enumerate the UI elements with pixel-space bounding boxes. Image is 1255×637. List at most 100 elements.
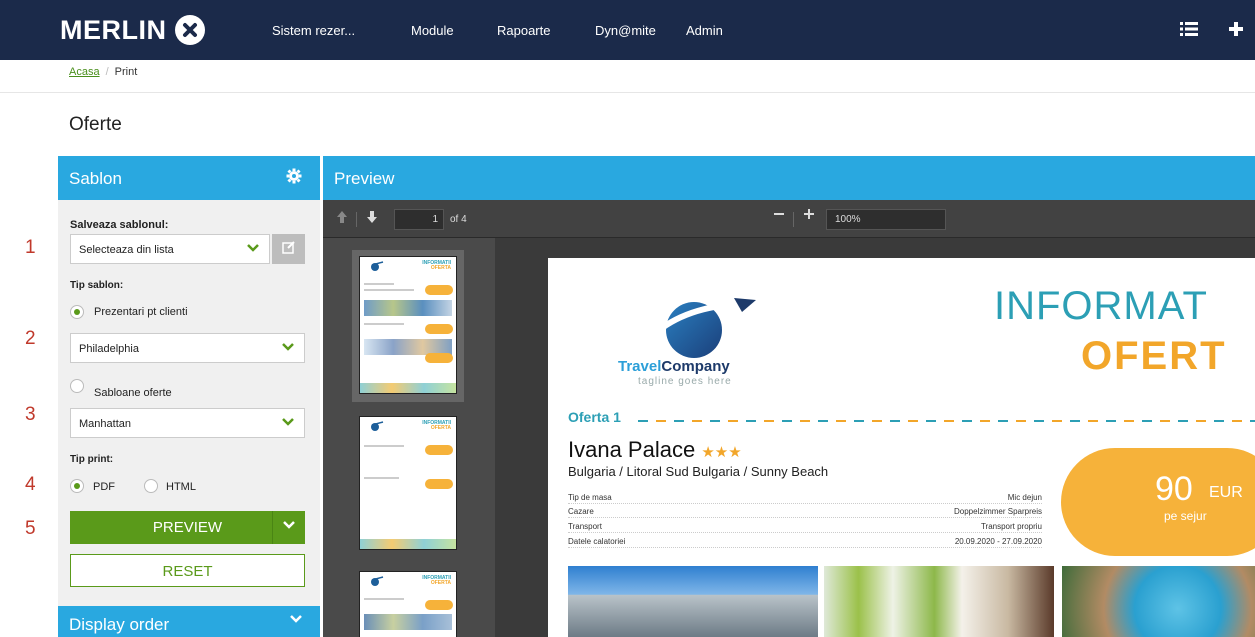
clients-template-select-value: Philadelphia — [79, 343, 139, 355]
annotation-5: 5 — [25, 518, 36, 539]
toolbar-separator — [356, 212, 357, 227]
next-page-icon[interactable] — [366, 210, 378, 227]
thumb-line — [364, 445, 404, 447]
edit-template-button[interactable] — [272, 234, 305, 264]
thumb-price-badge — [425, 600, 453, 610]
breadcrumb-separator: / — [105, 66, 109, 78]
breadcrumb-home-link[interactable]: Acasa — [69, 66, 100, 78]
merlin-logo[interactable]: MERLIN — [60, 14, 205, 46]
thumb-footer — [360, 539, 456, 549]
radio-print-html[interactable] — [144, 479, 158, 493]
offers-template-select-value: Manhattan — [79, 418, 131, 430]
nav-dynamite[interactable]: Dyn@mite — [595, 23, 656, 38]
thumb-price-badge — [425, 445, 453, 455]
radio-prezentari-clienti-label: Prezentari pt clienti — [94, 306, 188, 318]
thumb-price-badge — [425, 353, 453, 363]
page-thumbnail-3[interactable]: INFORMATII OFERTA — [359, 571, 457, 637]
clients-template-select[interactable]: Philadelphia — [70, 333, 305, 363]
chevron-down-icon — [290, 612, 302, 631]
hotel-photo — [568, 566, 818, 637]
thumb-photos — [364, 300, 452, 316]
plus-icon[interactable] — [1228, 20, 1244, 43]
zoom-out-icon[interactable] — [773, 206, 785, 225]
dashed-divider — [638, 420, 1255, 422]
thumb-line — [364, 283, 394, 285]
list-icon[interactable] — [1180, 20, 1198, 43]
radio-print-pdf[interactable] — [70, 479, 84, 493]
hotel-location: Bulgaria / Litoral Sud Bulgaria / Sunny … — [568, 464, 829, 479]
nav-rapoarte[interactable]: Rapoarte — [497, 23, 550, 38]
offer-label: Oferta 1 — [568, 409, 621, 425]
thumb-photos — [364, 614, 452, 630]
tip-print-label: Tip print: — [70, 454, 114, 465]
thumb-logo-icon — [371, 261, 384, 271]
brand-tagline: tagline goes here — [638, 376, 732, 387]
hotel-photo — [1062, 566, 1255, 637]
nav-module[interactable]: Module — [411, 23, 454, 38]
sablon-panel-header: Sablon — [58, 156, 320, 200]
annotation-1: 1 — [25, 237, 36, 258]
price-currency: EUR — [1209, 484, 1243, 501]
chevron-down-icon — [247, 240, 259, 261]
logo-x-icon — [174, 15, 205, 45]
travel-company-logo-icon — [660, 298, 756, 358]
breadcrumb: Acasa / Print — [69, 66, 137, 78]
logo-text: MERLIN — [60, 14, 167, 45]
annotation-3: 3 — [25, 404, 36, 425]
chevron-down-icon — [283, 521, 295, 529]
chevron-down-icon — [282, 339, 294, 360]
thumb-line — [364, 323, 404, 325]
display-order-header[interactable]: Display order — [58, 606, 320, 637]
star-rating: ★★★ — [701, 444, 742, 461]
radio-prezentari-clienti[interactable] — [70, 305, 84, 319]
preview-panel-header: Preview — [323, 156, 1255, 200]
nav-sistem-rezervari[interactable]: Sistem rezer... — [272, 23, 355, 38]
reset-button-label: RESET — [162, 563, 213, 580]
thumb-footer — [360, 383, 456, 393]
thumb-line — [364, 477, 399, 479]
preview-header-title: Preview — [334, 169, 395, 188]
thumb-price-badge — [425, 479, 453, 489]
detail-row: Cazare Doppelzimmer Sparpreis — [568, 507, 1042, 518]
page-thumbnail-1[interactable]: INFORMATII OFERTA — [359, 256, 457, 394]
page-count: of 4 — [450, 214, 467, 225]
edit-icon — [281, 241, 295, 254]
detail-row: Datele calatoriei 20.09.2020 - 27.09.2020 — [568, 537, 1042, 548]
nav-admin[interactable]: Admin — [686, 23, 723, 38]
page-title: Oferte — [69, 114, 122, 135]
price-badge: 90 EUR pe sejur — [1061, 448, 1255, 556]
toolbar-separator — [793, 212, 794, 227]
prev-page-icon[interactable] — [336, 210, 348, 227]
top-navbar: MERLIN Sistem rezer... Module Rapoarte D… — [0, 0, 1255, 60]
zoom-select[interactable]: 100% — [826, 209, 946, 230]
detail-row: Transport Transport propriu — [568, 522, 1042, 533]
brand-name: TravelCompany — [618, 358, 730, 375]
thumb-title: INFORMATII OFERTA — [422, 575, 451, 586]
preview-button[interactable]: PREVIEW — [70, 511, 305, 544]
gear-icon[interactable] — [286, 168, 302, 189]
page-thumbnail-2[interactable]: INFORMATII OFERTA — [359, 416, 457, 550]
save-template-label: Salveaza sablonul: — [70, 219, 169, 231]
display-order-title: Display order — [69, 615, 170, 634]
thumb-line — [364, 598, 404, 600]
offers-template-select[interactable]: Manhattan — [70, 408, 305, 438]
zoom-in-icon[interactable] — [803, 206, 815, 223]
sablon-header-title: Sablon — [69, 169, 122, 188]
document-subtitle: OFERT — [1081, 334, 1227, 378]
document-page: TravelCompany tagline goes here INFORMAT… — [548, 258, 1255, 637]
page-number-input[interactable]: 1 — [394, 209, 444, 230]
tip-sablon-label: Tip sablon: — [70, 280, 124, 291]
thumb-logo-icon — [371, 421, 384, 431]
save-template-select[interactable]: Selecteaza din lista — [70, 234, 270, 264]
hotel-name: Ivana Palace ★★★ — [568, 437, 742, 462]
radio-sabloane-oferte[interactable] — [70, 379, 84, 393]
radio-print-pdf-label: PDF — [93, 481, 115, 493]
preview-dropdown-toggle[interactable] — [272, 511, 305, 544]
thumb-title: INFORMATII OFERTA — [422, 420, 451, 431]
price-value: 90 — [1155, 470, 1193, 508]
breadcrumb-current: Print — [114, 66, 138, 78]
annotation-2: 2 — [25, 328, 36, 349]
thumb-logo-icon — [371, 576, 384, 586]
reset-button[interactable]: RESET — [70, 554, 305, 587]
thumb-price-badge — [425, 285, 453, 295]
